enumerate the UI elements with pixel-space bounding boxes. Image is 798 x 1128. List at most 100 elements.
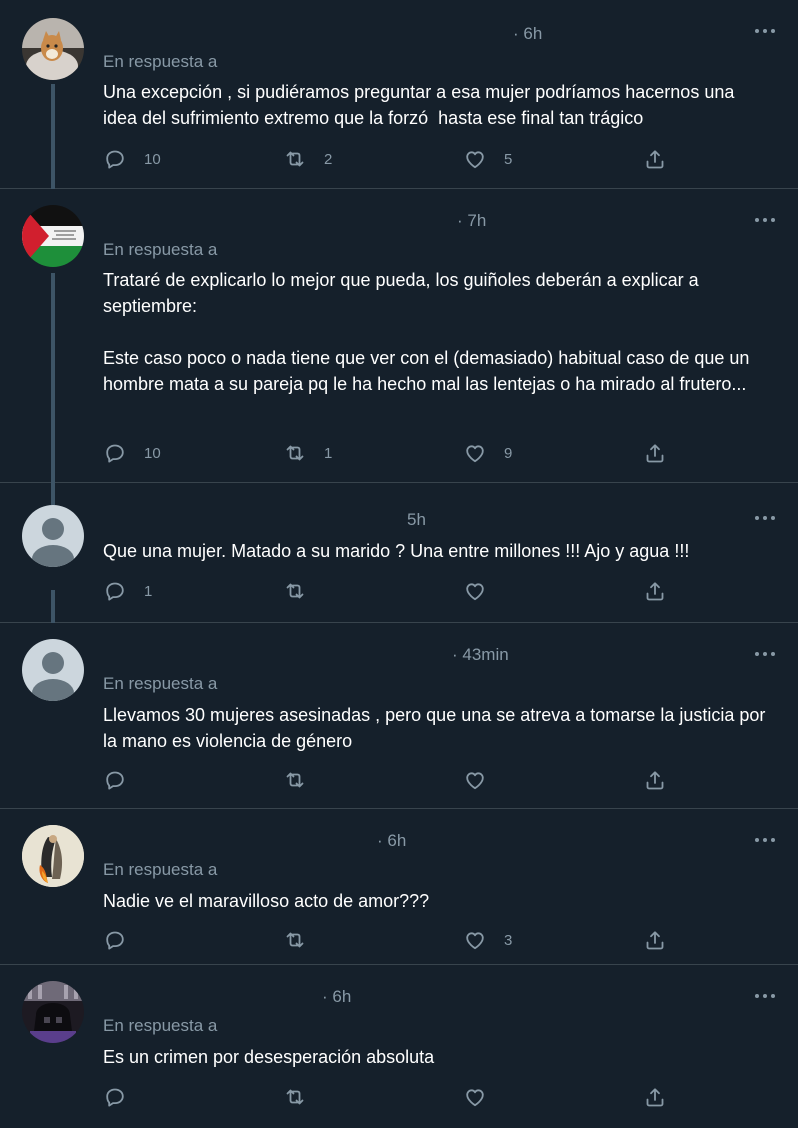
share-button[interactable] [643, 928, 667, 952]
share-button[interactable] [643, 1085, 667, 1109]
share-button[interactable] [643, 579, 667, 603]
tweet-text: Que una mujer. Matado a su marido ? Una … [103, 541, 690, 561]
thread-connector [51, 273, 55, 483]
reply-icon [106, 444, 124, 463]
retweet-icon [286, 445, 304, 461]
reply-count: 10 [144, 444, 161, 462]
more-options-icon[interactable] [754, 24, 776, 38]
heart-icon [466, 1089, 484, 1107]
tweet-text: Una excepción , si pudiéramos preguntar … [103, 82, 740, 128]
tweet-timestamp[interactable]: · 6h [513, 24, 542, 44]
retweet-button[interactable]: 1 [283, 441, 332, 465]
tweet-timestamp[interactable]: · 43min [452, 645, 509, 665]
avatar[interactable] [22, 505, 84, 567]
retweet-icon [286, 772, 304, 788]
reply-button[interactable] [103, 928, 144, 952]
more-options-icon[interactable] [754, 989, 776, 1003]
reply-icon [106, 931, 124, 950]
avatar[interactable] [22, 825, 84, 887]
retweet-button[interactable] [283, 1085, 324, 1109]
avatar[interactable] [22, 205, 84, 267]
retweet-count: 2 [324, 150, 333, 168]
tweet-timestamp[interactable]: 5h [407, 510, 426, 530]
heart-icon [466, 583, 484, 601]
share-button[interactable] [643, 768, 667, 792]
tweet-actions [103, 768, 703, 792]
tweet-actions: 10 1 9 [103, 441, 703, 465]
replying-to-label: En respuesta a [103, 674, 218, 693]
retweet-button[interactable] [283, 579, 324, 603]
reply-button[interactable]: 10 [103, 441, 161, 465]
tweet-actions: 3 [103, 928, 703, 952]
like-button[interactable]: 5 [463, 147, 512, 171]
reply-button[interactable]: 10 [103, 147, 161, 171]
like-count: 5 [504, 150, 513, 168]
share-icon [646, 150, 664, 169]
replying-to-label: En respuesta a [103, 1016, 218, 1035]
replying-to-label: En respuesta a [103, 860, 218, 879]
like-button[interactable] [463, 768, 504, 792]
like-count: 3 [504, 931, 513, 949]
share-icon [646, 1088, 664, 1107]
more-options-icon[interactable] [754, 647, 776, 661]
like-button[interactable]: 9 [463, 441, 512, 465]
tweet-text: Llevamos 30 mujeres asesinadas , pero qu… [103, 705, 771, 751]
share-button[interactable] [643, 147, 667, 171]
reply-icon [106, 150, 124, 169]
more-options-icon[interactable] [754, 833, 776, 847]
replying-to-label: En respuesta a [103, 240, 218, 259]
reply-button[interactable] [103, 768, 144, 792]
thread-connector [51, 590, 55, 623]
reply-icon [106, 582, 124, 601]
tweet[interactable]: · 6h En respuesta a Una excepción , si p… [0, 0, 798, 189]
retweet-icon [286, 1089, 304, 1105]
reply-icon [106, 771, 124, 790]
tweet[interactable]: 5h Que una mujer. Matado a su marido ? U… [0, 483, 798, 623]
tweet-text: Nadie ve el maravilloso acto de amor??? [103, 891, 430, 911]
tweet-timestamp[interactable]: · 6h [322, 987, 351, 1007]
heart-icon [466, 932, 484, 950]
replying-to-label: En respuesta a [103, 52, 218, 71]
like-button[interactable]: 3 [463, 928, 512, 952]
avatar[interactable] [22, 981, 84, 1043]
reply-button[interactable] [103, 1085, 144, 1109]
share-icon [646, 444, 664, 463]
retweet-count: 1 [324, 444, 333, 462]
heart-icon [466, 445, 484, 463]
more-options-icon[interactable] [754, 213, 776, 227]
tweet-text: Trataré de explicarlo lo mejor que pueda… [103, 270, 750, 394]
tweet[interactable]: · 7h En respuesta a Trataré de explicarl… [0, 189, 798, 483]
thread-connector [51, 84, 55, 189]
heart-icon [466, 772, 484, 790]
retweet-icon [286, 932, 304, 948]
reply-count: 10 [144, 150, 161, 168]
thread-connector [51, 483, 55, 505]
like-button[interactable] [463, 1085, 504, 1109]
avatar[interactable] [22, 639, 84, 701]
retweet-button[interactable] [283, 928, 324, 952]
share-icon [646, 771, 664, 790]
retweet-icon [286, 583, 304, 599]
share-icon [646, 931, 664, 950]
like-button[interactable] [463, 579, 504, 603]
like-count: 9 [504, 444, 513, 462]
tweet-timestamp[interactable]: · 7h [457, 211, 486, 231]
tweet-timestamp[interactable]: · 6h [377, 831, 406, 851]
retweet-button[interactable] [283, 768, 324, 792]
reply-icon [106, 1088, 124, 1107]
reply-count: 1 [144, 582, 153, 600]
tweet[interactable]: · 43min En respuesta a Llevamos 30 mujer… [0, 623, 798, 809]
share-icon [646, 582, 664, 601]
tweet[interactable]: · 6h En respuesta a Nadie ve el maravill… [0, 809, 798, 965]
avatar[interactable] [22, 18, 84, 80]
tweet-actions [103, 1085, 703, 1109]
tweet-actions: 1 [103, 579, 703, 603]
retweet-button[interactable]: 2 [283, 147, 332, 171]
more-options-icon[interactable] [754, 511, 776, 525]
tweet-actions: 10 2 5 [103, 147, 703, 171]
tweet[interactable]: · 6h En respuesta a Es un crimen por des… [0, 965, 798, 1128]
share-button[interactable] [643, 441, 667, 465]
tweet-text: Es un crimen por desesperación absoluta [103, 1047, 435, 1067]
retweet-icon [286, 151, 304, 167]
reply-button[interactable]: 1 [103, 579, 152, 603]
